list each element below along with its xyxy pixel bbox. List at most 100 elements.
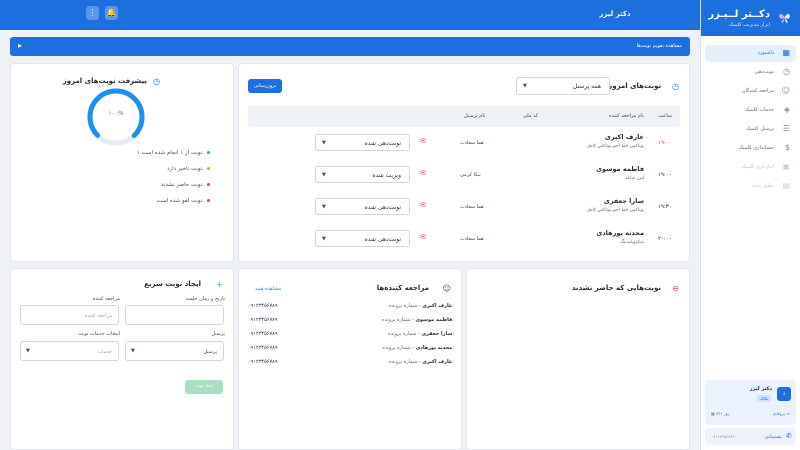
see-all-link[interactable]: مشاهده همه xyxy=(255,286,281,292)
sidebar-item-0[interactable]: داشبورد ▦ xyxy=(705,45,796,62)
status-dot xyxy=(207,151,210,154)
calendar-banner[interactable]: ▸ مشاهده تقویم نوبت‌ها xyxy=(10,37,690,56)
sidebar-item-7: تحلیل داده ▤ xyxy=(705,178,796,195)
mail-icon[interactable]: ✉ xyxy=(420,233,426,241)
patient-name: سارا جعفری xyxy=(421,331,453,337)
alert-circle-icon: ⊖ xyxy=(672,284,679,293)
patient-name: عارف اکبری xyxy=(422,359,453,365)
status-select[interactable]: نوبت‌دهی شده ▼ xyxy=(315,198,410,215)
service-name: لیزر ساعد xyxy=(624,176,644,181)
top-bar: ⋮ 🔔 دکتر لیزر xyxy=(0,0,700,30)
smile-icon: ☺ xyxy=(442,284,451,293)
appointment-time: ۱۹:۰۰ xyxy=(658,172,672,178)
clock-icon: ◷ xyxy=(783,67,790,76)
chevron-down-icon: ▼ xyxy=(322,236,326,242)
sidebar-item-6: انبارداری کلینیک ▣ xyxy=(705,159,796,176)
progress-line-text: نوبت لغو شده است. xyxy=(156,198,204,204)
chart-icon: ▤ xyxy=(782,181,790,190)
service-name: میکروبلیدینگ xyxy=(619,240,644,245)
bell-icon[interactable]: 🔔 xyxy=(105,6,118,20)
appointment-time: ۲۰:۰۰ xyxy=(658,236,672,242)
clock-icon: ◷ xyxy=(672,82,679,91)
date-label: تاریخ و زمان جلسه xyxy=(185,296,225,302)
patients-title: مراجعه کننده‌ها xyxy=(376,284,429,292)
staff-name: نیکا کرمی xyxy=(460,172,481,178)
avatar[interactable]: د xyxy=(777,387,791,401)
no-show-card: نوبت‌هایی که حاضر نشدند ⊖ xyxy=(466,268,690,450)
progress-title: پیشرفت نوبت‌های امروز xyxy=(62,77,147,85)
mail-icon[interactable]: ✉ xyxy=(420,201,426,209)
sidebar-item-label: حسابداری کلینیک xyxy=(738,145,774,151)
staff-filter-select[interactable]: همه پرسنل ▼ xyxy=(516,77,610,95)
mail-icon[interactable]: ✉ xyxy=(420,169,426,177)
appointment-row[interactable]: ۱۹:۰۰ عارف اکبری بوتاکس خط اخم،بوتاکس کامل… xyxy=(248,128,680,160)
subscription-days: ▦ ۳۴۶ روز xyxy=(711,411,730,416)
sidebar-item-label: تحلیل داده xyxy=(752,183,774,189)
tag-icon: ◈ xyxy=(783,105,790,114)
patient-input[interactable]: مراجعه کننده xyxy=(20,305,119,325)
patient-list-item[interactable]: سارا جعفری - شماره پرونده: ۰۹۱۲۳۴۵۶۷۸۹ xyxy=(248,331,454,343)
progress-line: نوبت تاخیر دارد. xyxy=(167,166,210,172)
sidebar-item-5[interactable]: حسابداری کلینیک $ xyxy=(705,140,796,157)
sidebar-item-3[interactable]: خدمات کلینیک ◈ xyxy=(705,102,796,119)
patient-phone: ۰۹۱۲۳۴۵۶۷۸۹ xyxy=(248,345,278,351)
staff-name: هما سعادت xyxy=(460,236,484,242)
butterfly-logo-icon xyxy=(779,14,790,23)
patient-name: عارف اکبری xyxy=(422,303,453,309)
appointment-row[interactable]: ۱۹:۳۰ سارا جعفری بوتاکس خط اخم،بوتاکس کامل… xyxy=(248,192,680,224)
sidebar-nav: داشبورد ▦ نوبت‌دهی ◷ مراجعه کنندگان ☺ خدمات کل… xyxy=(705,45,796,197)
chevron-down-icon: ▼ xyxy=(131,348,135,354)
status-dot xyxy=(207,167,210,170)
status-select[interactable]: نوبت‌دهی شده ▼ xyxy=(315,134,410,151)
sidebar-item-label: مراجعه کنندگان xyxy=(741,88,774,94)
patient-list-item[interactable]: عارف اکبری - شماره پرونده: ۰۹۱۲۳۴۵۶۷۸۹ xyxy=(248,303,454,315)
chevron-down-icon: ▼ xyxy=(322,140,326,146)
sidebar-item-label: داشبورد xyxy=(757,50,774,56)
appointment-row[interactable]: ۱۹:۰۰ فاطمه موسوی لیزر ساعد نیکا کرمی ✉ ویزیت… xyxy=(248,160,680,192)
status-select[interactable]: نوبت‌دهی شده ▼ xyxy=(315,230,410,247)
patient-list-item[interactable]: عارف اکبری - شماره پرونده: ۰۹۱۲۳۴۵۶۷۸۹ xyxy=(248,359,454,371)
progress-line: ۱ نوبت از ۱ انجام شده است. xyxy=(137,150,210,156)
status-select[interactable]: ویزیت شده ▼ xyxy=(315,166,410,183)
patient-list-item[interactable]: محدثه پورهادی - شماره پرونده: ۰۹۱۲۳۴۵۶۷۸۹ xyxy=(248,345,454,357)
quick-booking-title: ایجاد نوبت سریع xyxy=(144,280,201,288)
sidebar-item-1[interactable]: نوبت‌دهی ◷ xyxy=(705,64,796,81)
phone-icon: ✆ xyxy=(786,432,792,440)
progress-ring xyxy=(87,88,145,146)
users-icon: ☰ xyxy=(782,124,790,133)
user-info: پروفایل ▭ ▦ ۳۴۶ روز xyxy=(711,410,790,419)
vertical-dots-icon[interactable]: ⋮ xyxy=(86,6,99,20)
user-card: د دکتر لیزر مالک پروفایل ▭ ▦ ۳۴۶ روز xyxy=(705,380,796,425)
profile-link[interactable]: پروفایل ▭ xyxy=(772,411,790,416)
sidebar-item-4[interactable]: پرسنل کلینیک ☰ xyxy=(705,121,796,138)
patient-phone: ۰۹۱۲۳۴۵۶۷۸۹ xyxy=(248,359,278,365)
patient-name: عارف اکبری xyxy=(604,133,644,141)
appointment-row[interactable]: ۲۰:۰۰ محدثه پورهادی میکروبلیدینگ هما سعادت ✉… xyxy=(248,224,680,256)
dollar-icon: $ xyxy=(784,143,790,152)
patient-name: محدثه پورهادی xyxy=(596,229,644,237)
service-name: بوتاکس خط اخم،بوتاکس کامل xyxy=(586,208,644,213)
col-time: ساعت xyxy=(658,113,672,119)
appointment-time: ۱۹:۳۰ xyxy=(658,204,672,210)
staff-label: پرسنل xyxy=(211,331,225,337)
staff-select[interactable]: پرسنل ▼ xyxy=(125,341,224,361)
user-name: دکتر لیزر xyxy=(749,386,772,392)
col-staff: نام پرسنل xyxy=(464,113,486,119)
appointment-time: ۱۹:۰۰ xyxy=(658,140,672,146)
patient-list-item[interactable]: فاطمه موسوی - شماره پرونده: ۰۹۱۲۳۴۵۶۷۸۹ xyxy=(248,317,454,329)
logo-title: دکــتر لــیـزر xyxy=(708,9,770,20)
progress-line-text: نوبت تاخیر دارد. xyxy=(167,166,204,172)
staff-filter-value: همه پرسنل xyxy=(572,83,601,90)
service-label: انتخاب خدمات نوبت xyxy=(78,331,120,337)
service-select[interactable]: خدمات ▼ xyxy=(20,341,119,361)
status-dot xyxy=(207,183,210,186)
mail-icon[interactable]: ✉ xyxy=(420,137,426,145)
sidebar-item-2[interactable]: مراجعه کنندگان ☺ xyxy=(705,83,796,100)
status-value: نوبت‌دهی شده xyxy=(364,236,401,243)
banner-text: مشاهده تقویم نوبت‌ها xyxy=(636,43,682,49)
create-appointment-button[interactable]: ایجاد نوبت xyxy=(185,380,223,394)
support-button[interactable]: ۰۹۱۲۳۴۵۶۷۸۹ پشتیبانی ✆ xyxy=(705,428,796,445)
date-time-input[interactable] xyxy=(125,305,224,325)
col-national-id: کد ملی xyxy=(523,113,539,119)
refresh-button[interactable]: بروزرسانی xyxy=(248,79,282,93)
